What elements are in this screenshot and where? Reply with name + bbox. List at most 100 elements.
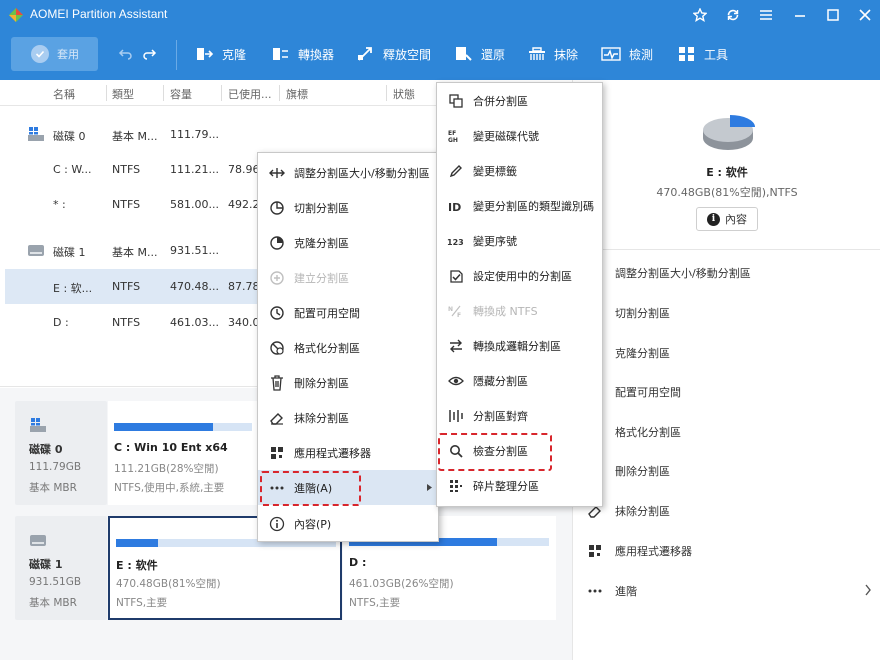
menu-delete[interactable]: 刪除分割區 (258, 365, 438, 400)
menu-format[interactable]: 格式化分割區 (258, 330, 438, 365)
op-app-mover[interactable]: 應用程式遷移器 (587, 543, 692, 559)
chevron-right-icon (865, 584, 871, 596)
info-icon: i (707, 212, 720, 226)
op-advanced[interactable]: 進階 (587, 583, 872, 599)
submenu-change-label[interactable]: 變更標籤 (437, 153, 602, 188)
restore-icon (456, 47, 472, 61)
col-name[interactable]: 名稱 (53, 86, 75, 102)
svg-text:F: F (457, 312, 461, 318)
svg-text:123: 123 (447, 238, 464, 246)
drive-letter-icon: EF GH (447, 127, 465, 145)
convert-ntfs-icon: NF (447, 302, 465, 320)
close-icon[interactable] (855, 5, 875, 25)
pencil-icon (447, 162, 465, 180)
more-icon (587, 589, 603, 593)
format-icon (268, 339, 286, 357)
hide-eye-icon (447, 372, 465, 390)
submenu-change-type-id[interactable]: ID 變更分割區的類型識別碼 (437, 188, 602, 223)
highlight-advanced (260, 471, 361, 506)
menu-app-mover[interactable]: 應用程式遷移器 (258, 435, 438, 470)
highlight-check-partition (438, 433, 552, 471)
menu-split[interactable]: 切割分割區 (258, 190, 438, 225)
clone-pie-icon (268, 234, 286, 252)
title-bar: AOMEI Partition Assistant (0, 0, 880, 30)
submenu-hide[interactable]: 隱藏分割區 (437, 363, 602, 398)
convert-icon (273, 48, 288, 60)
submenu-convert-logical[interactable]: 轉換成邏輯分割區 (437, 328, 602, 363)
usage-bar-fill (116, 539, 158, 547)
toolbar-clone[interactable]: 克隆 (196, 42, 246, 66)
redo-icon[interactable] (141, 42, 165, 66)
col-flag[interactable]: 旗標 (286, 86, 308, 102)
app-mover-icon (587, 544, 603, 558)
toolbar-tools[interactable]: 工具 (678, 42, 728, 66)
apply-button[interactable]: 套用 (11, 37, 98, 71)
refresh-icon[interactable] (723, 5, 743, 25)
menu-properties[interactable]: 內容(P) (258, 506, 438, 541)
wipe-icon (529, 47, 545, 60)
menu-icon[interactable] (756, 5, 776, 25)
resize-arrows-icon (268, 164, 286, 182)
submenu-change-serial[interactable]: 123 變更序號 (437, 223, 602, 258)
svg-text:N: N (448, 306, 453, 313)
submenu-defrag[interactable]: 碎片整理分區 (437, 468, 602, 503)
properties-button[interactable]: i 內容 (696, 207, 758, 231)
id-icon: ID (447, 197, 465, 215)
partition-info-panel: E : 软件 470.48GB(81%空閒),NTFS i 內容 調整分割區大小… (572, 80, 880, 660)
create-pie-icon (268, 269, 286, 287)
selected-partition-title: E : 软件 (706, 166, 748, 179)
toolbar-test[interactable]: 檢測 (601, 42, 653, 66)
menu-clone[interactable]: 克隆分割區 (258, 225, 438, 260)
toolbar-restore[interactable]: 還原 (455, 42, 505, 66)
check-icon (31, 45, 49, 63)
windows-disk-icon (28, 127, 44, 141)
submenu-merge[interactable]: 合併分割區 (437, 83, 602, 118)
col-capacity[interactable]: 容量 (170, 86, 192, 102)
grid-icon (679, 47, 694, 61)
menu-create: 建立分割區 (258, 260, 438, 295)
swap-arrows-icon (447, 337, 465, 355)
disk-icon (28, 245, 44, 256)
disk-card-1[interactable]: 磁碟 1 931.51GB 基本 MBR (15, 516, 107, 620)
disk-card-0[interactable]: 磁碟 0 111.79GB 基本 MBR (15, 401, 107, 505)
menu-wipe[interactable]: 抹除分割區 (258, 400, 438, 435)
col-status[interactable]: 狀態 (393, 86, 415, 102)
toolbar-free-space[interactable]: 釋放空間 (357, 42, 431, 66)
star-icon[interactable] (690, 5, 710, 25)
menu-resize[interactable]: 調整分割區大小/移動分割區 (258, 155, 438, 190)
svg-text:GH: GH (448, 137, 458, 143)
menu-allocate[interactable]: 配置可用空間 (258, 295, 438, 330)
split-pie-icon (268, 199, 286, 217)
free-space-icon (358, 47, 372, 61)
app-logo-icon (9, 8, 23, 22)
clone-icon (197, 48, 214, 60)
app-mover-icon (268, 444, 286, 462)
svg-text:EF: EF (448, 130, 456, 137)
partition-block-c[interactable]: C : Win 10 Ent x64 111.21GB(28%空閒) NTFS,… (108, 401, 258, 505)
trash-icon (268, 374, 286, 392)
col-type[interactable]: 類型 (112, 86, 134, 102)
merge-icon (447, 92, 465, 110)
app-title: AOMEI Partition Assistant (30, 7, 168, 21)
submenu-set-active[interactable]: 設定使用中的分割區 (437, 258, 602, 293)
undo-icon[interactable] (118, 42, 142, 66)
clock-pie-icon (268, 304, 286, 322)
usage-bar-fill (114, 423, 214, 431)
svg-text:ID: ID (448, 201, 461, 212)
serial-number-icon: 123 (447, 232, 465, 250)
selected-partition-summary: 470.48GB(81%空閒),NTFS (656, 186, 798, 199)
active-check-icon (447, 267, 465, 285)
submenu-change-letter[interactable]: EF GH 變更磁碟代號 (437, 118, 602, 153)
minimize-icon[interactable] (790, 5, 810, 25)
submenu-align[interactable]: 分割區對齊 (437, 398, 602, 433)
toolbar-converter[interactable]: 轉換器 (272, 42, 334, 66)
pulse-icon (601, 47, 621, 61)
toolbar: 套用 克隆 轉換器 釋放空間 還原 抹除 檢測 工具 (0, 30, 880, 80)
op-resize[interactable]: 調整分割區大小/移動分割區 (587, 265, 751, 281)
maximize-icon[interactable] (823, 5, 843, 25)
toolbar-wipe[interactable]: 抹除 (528, 42, 578, 66)
col-used[interactable]: 已使用... (228, 86, 272, 102)
disk-icon (30, 535, 46, 546)
submenu-arrow-icon (427, 484, 432, 491)
info-icon (268, 515, 286, 533)
